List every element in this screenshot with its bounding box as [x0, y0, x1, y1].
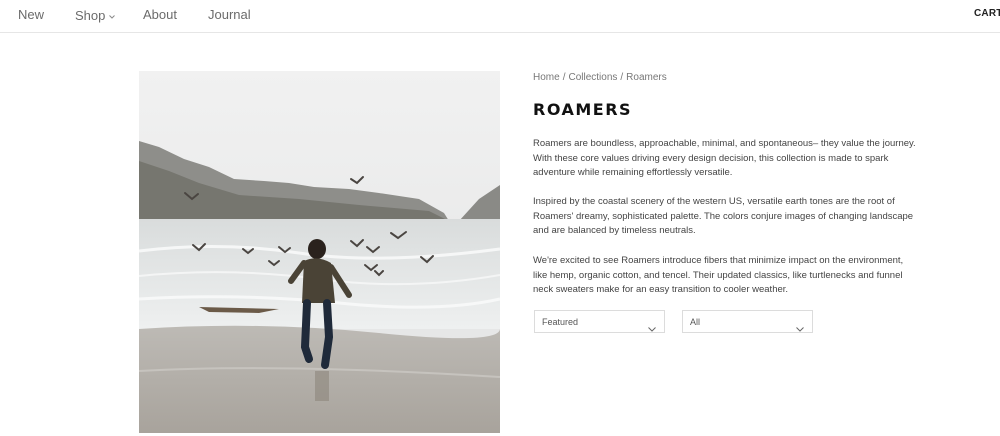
collection-description-paragraph: Inspired by the coastal scenery of the w…	[533, 196, 914, 237]
breadcrumb: Home / Collections / Roamers	[533, 72, 667, 83]
sort-select-value: Featured	[542, 317, 579, 327]
breadcrumb-collections[interactable]: Collections	[568, 72, 617, 83]
chevron-down-icon	[796, 319, 804, 337]
nav-item-shop[interactable]: Shop	[75, 7, 116, 23]
breadcrumb-home[interactable]: Home	[533, 72, 560, 83]
page-title: ROAMERS	[533, 100, 633, 119]
chevron-down-icon	[109, 7, 116, 22]
nav-item-shop-label: Shop	[75, 8, 106, 23]
nav-item-new[interactable]: New	[18, 7, 44, 22]
breadcrumb-separator: /	[620, 72, 624, 83]
nav-item-about[interactable]: About	[143, 7, 177, 22]
nav-item-journal[interactable]: Journal	[208, 7, 251, 22]
chevron-down-icon	[648, 319, 656, 337]
breadcrumb-separator: /	[562, 72, 566, 83]
sort-select[interactable]: Featured	[534, 310, 665, 333]
collection-hero-image	[139, 71, 500, 433]
filter-select-value: All	[690, 317, 701, 327]
filter-select[interactable]: All	[682, 310, 813, 333]
collection-description-paragraph: We're excited to see Roamers introduce f…	[533, 255, 904, 296]
top-navigation: New Shop About Journal CART (	[0, 0, 1000, 33]
collection-description-paragraph: Roamers are boundless, approachable, min…	[533, 138, 916, 179]
cart-link[interactable]: CART (	[974, 8, 1000, 19]
breadcrumb-current: Roamers	[626, 72, 667, 83]
